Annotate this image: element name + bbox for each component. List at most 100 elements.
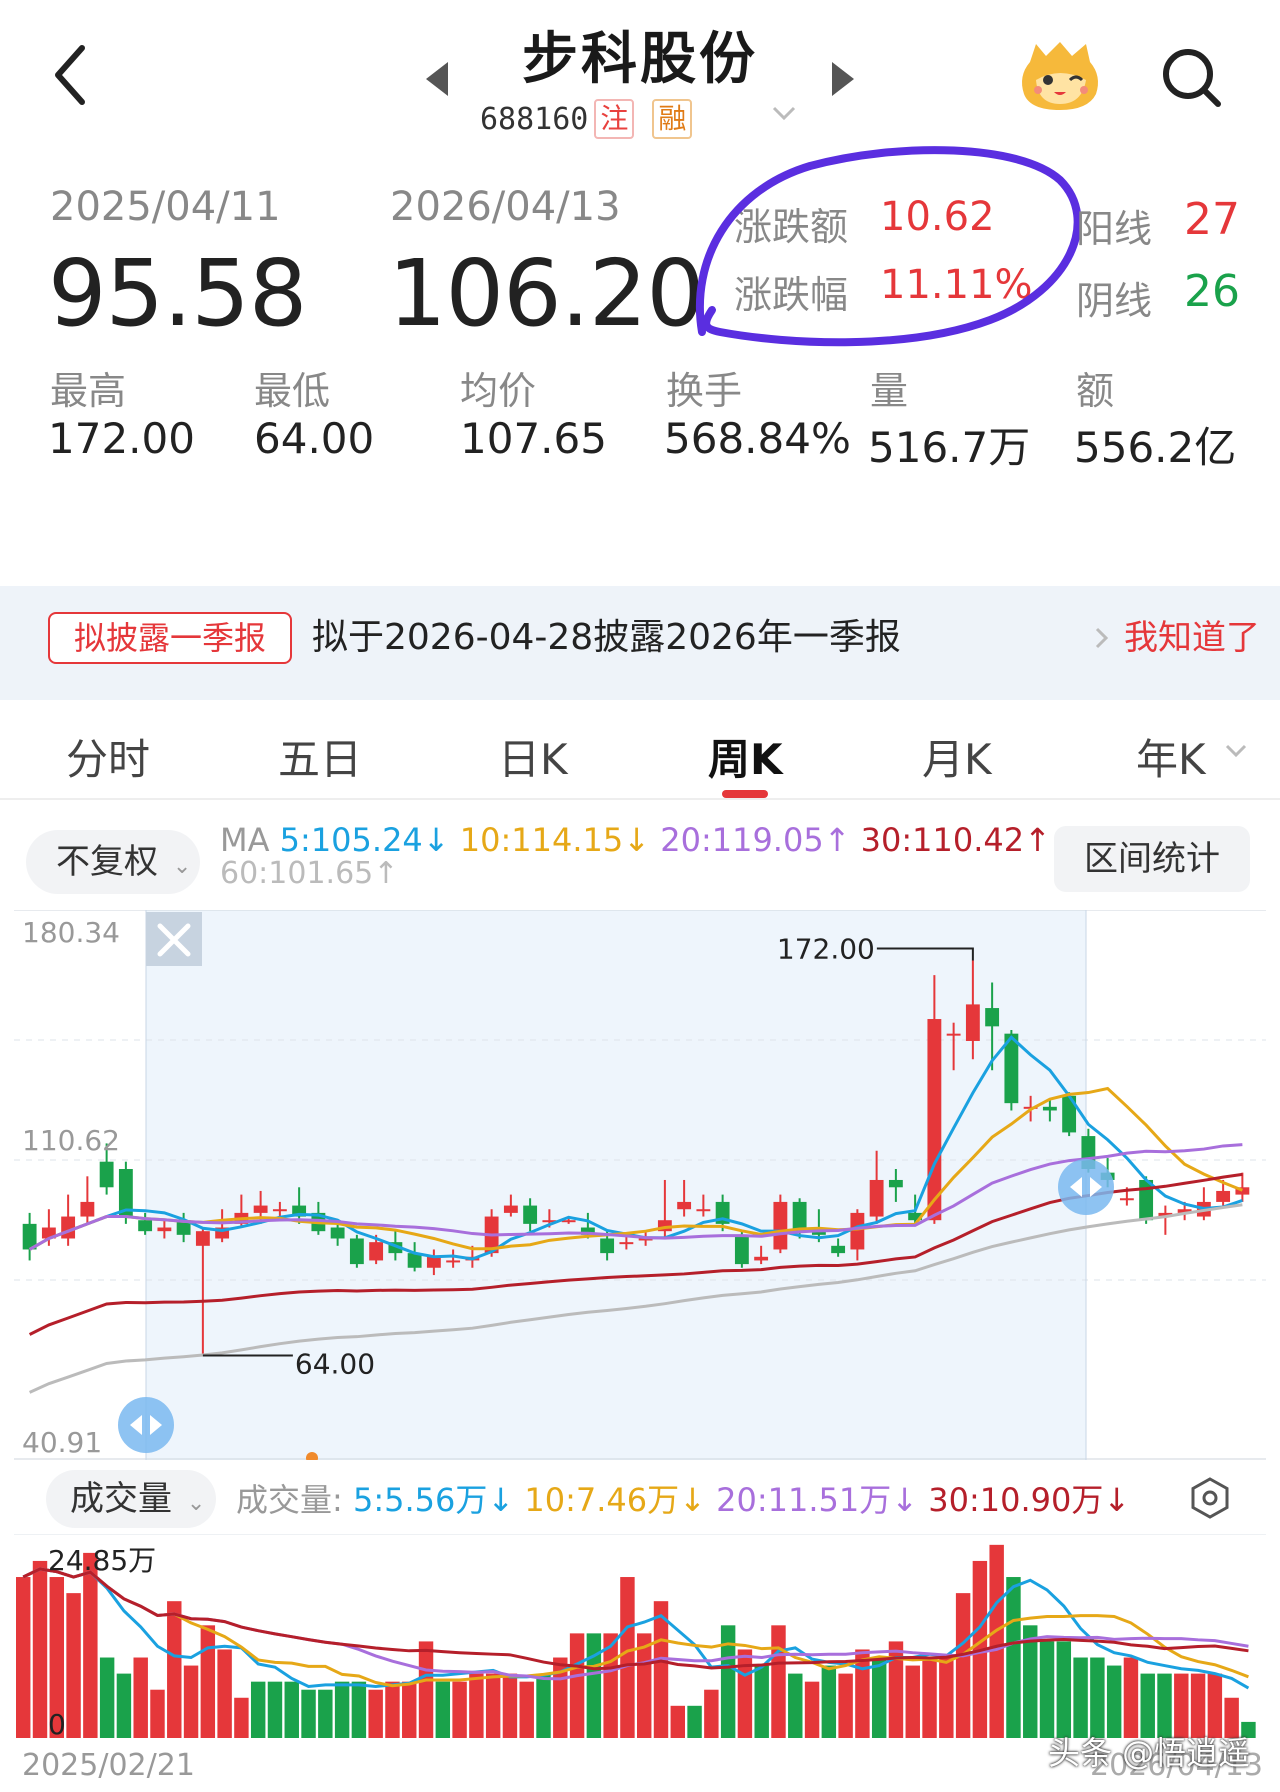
volume-bar (301, 1689, 316, 1738)
volume-bar (318, 1689, 333, 1738)
volume-bar (284, 1681, 299, 1738)
stat-turnover-label: 换手 (666, 369, 743, 413)
axis-start-date: 2025/02/21 (22, 1748, 195, 1783)
vol-ma5-value: 5:5.56万↓ (352, 1481, 515, 1519)
tab-monthly-k[interactable]: 月K (922, 726, 992, 787)
volume-bar (267, 1681, 283, 1738)
volume-bar (99, 1657, 115, 1738)
volume-bar (334, 1681, 350, 1738)
volume-bar (720, 1625, 736, 1738)
volume-bar (150, 1689, 165, 1738)
volume-bar (1006, 1577, 1021, 1738)
stat-high-value: 172.00 (48, 414, 195, 463)
ma20-value: 20:119.05↑ (660, 821, 851, 859)
volume-bar (133, 1657, 148, 1738)
volume-bar (385, 1681, 400, 1738)
stat-volume-value: 516.7万 (868, 423, 1031, 472)
next-stock-icon[interactable] (826, 56, 860, 102)
vol-ma10-value: 10:7.46万↓ (524, 1481, 706, 1519)
chevron-down-icon[interactable] (1224, 742, 1248, 760)
ma-label: MA (220, 821, 270, 859)
close-range-button[interactable] (146, 912, 202, 966)
volume-bar (1073, 1657, 1088, 1738)
chevron-right-icon (1095, 627, 1109, 649)
volume-bar (469, 1673, 484, 1738)
volume-chart[interactable]: 24.85万 0 (14, 1534, 1266, 1739)
kline-chart[interactable]: 180.34 110.62 40.91 172.00 64.00 (14, 910, 1266, 1460)
ma30-value: 30:110.42↑ (860, 821, 1051, 859)
margin-trading-tag: 融 (652, 99, 693, 139)
volume-bar (939, 1657, 954, 1738)
tab-daily-k[interactable]: 日K (498, 726, 568, 787)
indicator-select[interactable]: 成交量 ⌄ (46, 1470, 216, 1528)
range-start-handle[interactable] (118, 1397, 174, 1453)
volume-bar (217, 1649, 232, 1738)
vol-ma20-value: 20:11.51万↓ (716, 1481, 919, 1519)
volume-bar (485, 1673, 501, 1738)
volume-bar (754, 1665, 769, 1738)
period-tabs (0, 720, 1280, 800)
stat-low-value: 64.00 (254, 414, 375, 463)
volume-bar (788, 1673, 803, 1738)
volume-bar (167, 1601, 182, 1738)
active-tab-indicator (722, 790, 768, 798)
volume-bar (905, 1665, 920, 1738)
volume-bar (804, 1681, 820, 1738)
tab-intraday[interactable]: 分时 (66, 726, 150, 787)
stat-avg-value: 107.65 (460, 414, 607, 463)
indicator-value: 成交量 (70, 1479, 172, 1519)
volume-bar (418, 1641, 434, 1738)
volume-bar (32, 1560, 48, 1738)
yang-line-label: 阳线 (1076, 207, 1153, 251)
ma10-value: 10:114.15↓ (459, 821, 651, 859)
mascot-icon[interactable] (1016, 40, 1104, 112)
stat-avg-label: 均价 (460, 369, 537, 413)
yin-line-count: 26 (1184, 266, 1240, 317)
candle (1062, 1092, 1077, 1137)
disclosure-text: 拟于2026-04-28披露2026年一季报 (312, 617, 901, 658)
volume-bar (838, 1673, 853, 1738)
volume-bar (351, 1681, 367, 1738)
stat-amount-label: 额 (1076, 369, 1115, 413)
y-axis-mid-label: 110.62 (22, 1124, 120, 1157)
range-end-handle[interactable] (1058, 1159, 1114, 1215)
volume-ma-legend: 成交量: 5:5.56万↓ 10:7.46万↓ 20:11.51万↓ 30:10… (236, 1478, 1130, 1522)
volume-bar (670, 1705, 686, 1738)
volume-bar (704, 1689, 719, 1738)
stat-high-label: 最高 (50, 369, 127, 413)
chevron-down-icon[interactable] (770, 102, 798, 126)
chevron-down-icon: ⌄ (186, 1491, 206, 1516)
volume-bar (1056, 1641, 1072, 1738)
volume-bar (569, 1633, 585, 1738)
search-icon[interactable] (1158, 44, 1224, 110)
price-adjust-select[interactable]: 不复权 ⌄ (26, 830, 200, 894)
hand-drawn-circle-annotation (695, 146, 1082, 347)
volume-label: 成交量: (236, 1481, 343, 1519)
registration-tag: 注 (594, 99, 635, 139)
tab-yearly-k[interactable]: 年K (1136, 726, 1206, 787)
tab-weekly-k[interactable]: 周K (708, 726, 783, 787)
volume-axis-zero-label: 0 (48, 1708, 66, 1739)
high-price-label: 172.00 (777, 933, 875, 966)
volume-bar (888, 1641, 904, 1738)
stat-low-label: 最低 (254, 369, 331, 413)
stat-turnover-value: 568.84% (664, 414, 851, 463)
volume-bar (502, 1673, 518, 1738)
volume-bar (620, 1577, 635, 1738)
volume-bar (687, 1705, 702, 1738)
volume-bar (871, 1657, 887, 1738)
volume-bar (200, 1625, 216, 1738)
start-date: 2025/04/11 (50, 184, 281, 230)
range-stats-button[interactable]: 区间统计 (1054, 826, 1250, 892)
volume-bar (402, 1681, 417, 1738)
settings-icon[interactable] (1188, 1476, 1232, 1520)
volume-bar (116, 1673, 132, 1738)
volume-bar (250, 1681, 266, 1738)
volume-axis-top-label: 24.85万 (48, 1544, 156, 1577)
dismiss-banner-button[interactable]: 我知道了 (1124, 612, 1260, 664)
low-price-label: 64.00 (295, 1348, 375, 1381)
candle (118, 1161, 133, 1224)
tab-five-day[interactable]: 五日 (278, 726, 362, 787)
volume-bar (519, 1681, 534, 1738)
yang-line-count: 27 (1184, 194, 1240, 245)
